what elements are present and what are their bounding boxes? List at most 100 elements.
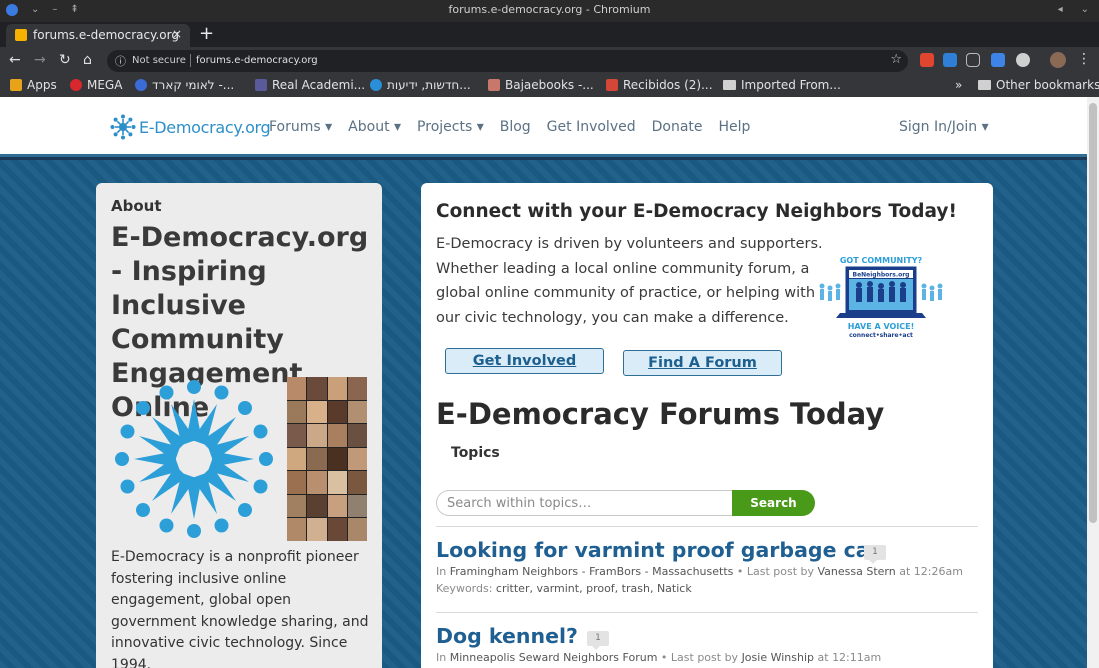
- logo-text: E-Democracy.org: [139, 117, 271, 137]
- topic-in-label: In: [436, 565, 447, 578]
- reply-count-badge: 1: [864, 545, 886, 564]
- site-logo[interactable]: E-Democracy.org: [110, 114, 271, 140]
- tab-close-icon[interactable]: ×: [172, 27, 182, 41]
- topic-title-link[interactable]: Dog kennel?: [436, 624, 578, 648]
- bookmark-real-academia[interactable]: Real Academi...: [255, 78, 365, 92]
- extension-pocket-icon[interactable]: [966, 53, 980, 67]
- extension-chat-icon[interactable]: [1016, 53, 1030, 67]
- main-card: Connect with your E-Democracy Neighbors …: [421, 183, 993, 668]
- folder-icon: [978, 80, 991, 90]
- connect-intro: E-Democracy is driven by volunteers and …: [436, 236, 823, 326]
- bajaebooks-icon: [488, 79, 500, 91]
- topic-title-link[interactable]: Looking for varmint proof garbage can: [436, 538, 884, 562]
- bookmark-star-icon[interactable]: ☆: [890, 52, 902, 67]
- browser-toolbar: ← → ↻ ⌂ ⓘ Not secure forums.e-democracy.…: [0, 47, 1099, 75]
- topic-at-label: at: [817, 651, 829, 664]
- topics-label: Topics: [451, 445, 500, 461]
- badge-top-text: GOT COMMUNITY?: [840, 256, 923, 265]
- nav-help[interactable]: Help: [719, 119, 751, 135]
- bookmark-apps[interactable]: Apps: [10, 78, 57, 92]
- nav-forums[interactable]: Forums ▾: [269, 119, 332, 135]
- topic-search: Search: [436, 490, 816, 516]
- gmail-icon: [606, 79, 618, 91]
- reload-icon[interactable]: ↻: [59, 51, 71, 69]
- topic-author-link[interactable]: Josie Winship: [742, 651, 814, 664]
- address-bar[interactable]: ⓘ Not secure forums.e-democracy.org ☆: [107, 50, 908, 72]
- divider: [436, 612, 978, 613]
- bookmark-imported[interactable]: Imported From...: [723, 78, 841, 92]
- ynet-icon: [370, 79, 382, 91]
- omnibox-separator: [190, 54, 191, 67]
- extension-s-icon[interactable]: [943, 53, 957, 67]
- page-scrollbar[interactable]: [1087, 97, 1099, 668]
- nav-projects[interactable]: Projects ▾: [417, 119, 484, 135]
- security-status: Not secure: [132, 55, 186, 66]
- find-a-forum-button[interactable]: Find A Forum: [623, 350, 782, 376]
- bookmark-gmail[interactable]: Recibidos (2)...: [606, 78, 713, 92]
- logo-wheel-icon: [110, 114, 136, 140]
- bookmarks-bar: Apps MEGA לאומי קארד -... Real Academi..…: [0, 75, 1099, 97]
- nav-get-involved[interactable]: Get Involved: [547, 119, 636, 135]
- bookmark-mega[interactable]: MEGA: [70, 78, 122, 92]
- folder-icon: [723, 80, 736, 90]
- new-tab-button[interactable]: +: [199, 24, 214, 44]
- window-chevron-icon[interactable]: ⌄: [1081, 3, 1089, 17]
- topic-group-link[interactable]: Minneapolis Seward Neighbors Forum: [450, 651, 658, 664]
- topic-search-button[interactable]: Search: [732, 490, 815, 516]
- bookmarks-overflow[interactable]: »: [955, 78, 962, 92]
- topic-at-label: at: [899, 565, 911, 578]
- topic-search-input[interactable]: [436, 490, 736, 516]
- topic-time: 12:11am: [832, 651, 882, 664]
- back-arrow-icon[interactable]: ←: [9, 51, 21, 69]
- bookmark-label: חדשות, ידיעות...: [387, 78, 471, 92]
- bookmark-label: לאומי קארד -...: [152, 78, 235, 92]
- bookmark-ynet[interactable]: חדשות, ידיעות...: [370, 78, 471, 92]
- window-title: forums.e-democracy.org - Chromium: [448, 3, 651, 16]
- e-democracy-wheel-logo: [115, 380, 273, 538]
- bookmark-other[interactable]: Other bookmarks: [978, 78, 1099, 92]
- scrollbar-thumb[interactable]: [1089, 103, 1097, 523]
- site-favicon-icon: [15, 29, 27, 41]
- topic-last-post-label: • Last post by: [660, 651, 739, 664]
- profile-avatar[interactable]: [1050, 52, 1066, 68]
- nav-blog[interactable]: Blog: [500, 119, 531, 135]
- forward-arrow-icon[interactable]: →: [34, 51, 46, 69]
- badge-tagline-text: connect•share•act: [849, 332, 913, 339]
- topic-meta: In Minneapolis Seward Neighbors Forum • …: [436, 651, 981, 664]
- topic-group-link[interactable]: Framingham Neighbors - FramBors - Massac…: [450, 565, 734, 578]
- tab-strip: forums.e-democracy.org ×: [0, 22, 1099, 47]
- window-sticky-icon[interactable]: ◂: [1058, 3, 1063, 17]
- nav-donate[interactable]: Donate: [652, 119, 703, 135]
- reply-count-badge: 1: [587, 631, 609, 650]
- info-icon[interactable]: ⓘ: [115, 53, 126, 69]
- bookmark-label: Apps: [27, 78, 57, 92]
- topic-item: Looking for varmint proof garbage can 1 …: [436, 538, 981, 595]
- tab-active[interactable]: forums.e-democracy.org ×: [6, 24, 190, 47]
- nav-about[interactable]: About ▾: [348, 119, 401, 135]
- url-text[interactable]: forums.e-democracy.org: [196, 55, 318, 66]
- bookmark-leumi-card[interactable]: לאומי קארד -...: [135, 78, 234, 92]
- bookmark-label: Other bookmarks: [996, 78, 1099, 92]
- divider: [436, 526, 978, 527]
- topic-author-link[interactable]: Vanessa Stern: [818, 565, 896, 578]
- about-label: About: [111, 197, 162, 215]
- home-icon[interactable]: ⌂: [83, 51, 92, 69]
- browser-menu-icon[interactable]: ⋮: [1077, 51, 1091, 67]
- topic-last-post-label: • Last post by: [736, 565, 815, 578]
- bookmark-label: Recibidos (2)...: [623, 78, 713, 92]
- window-titlebar: ⌄ – ⇞ forums.e-democracy.org - Chromium …: [0, 0, 1099, 22]
- community-photo-mosaic: [287, 377, 367, 541]
- sign-in-join-link[interactable]: Sign In/Join ▾: [899, 119, 989, 135]
- topic-keywords: Keywords: critter, varmint, proof, trash…: [436, 582, 981, 595]
- site-header: E-Democracy.org Forums ▾ About ▾ Project…: [0, 97, 1087, 157]
- about-card: About E-Democracy.org - Inspiring Inclus…: [96, 183, 382, 668]
- extension-translate-icon[interactable]: [991, 53, 1005, 67]
- keywords-list: critter, varmint, proof, trash, Natick: [495, 582, 692, 595]
- get-involved-button[interactable]: Get Involved: [445, 348, 604, 374]
- extension-brave-icon[interactable]: [920, 53, 934, 67]
- connect-heading: Connect with your E-Democracy Neighbors …: [436, 201, 957, 222]
- bookmark-bajaebooks[interactable]: Bajaebooks -...: [488, 78, 594, 92]
- rae-icon: [255, 79, 267, 91]
- got-community-badge[interactable]: GOT COMMUNITY? BeNeighbors.org HAVE A VO…: [814, 253, 952, 343]
- overflow-chevron-icon: »: [955, 78, 963, 92]
